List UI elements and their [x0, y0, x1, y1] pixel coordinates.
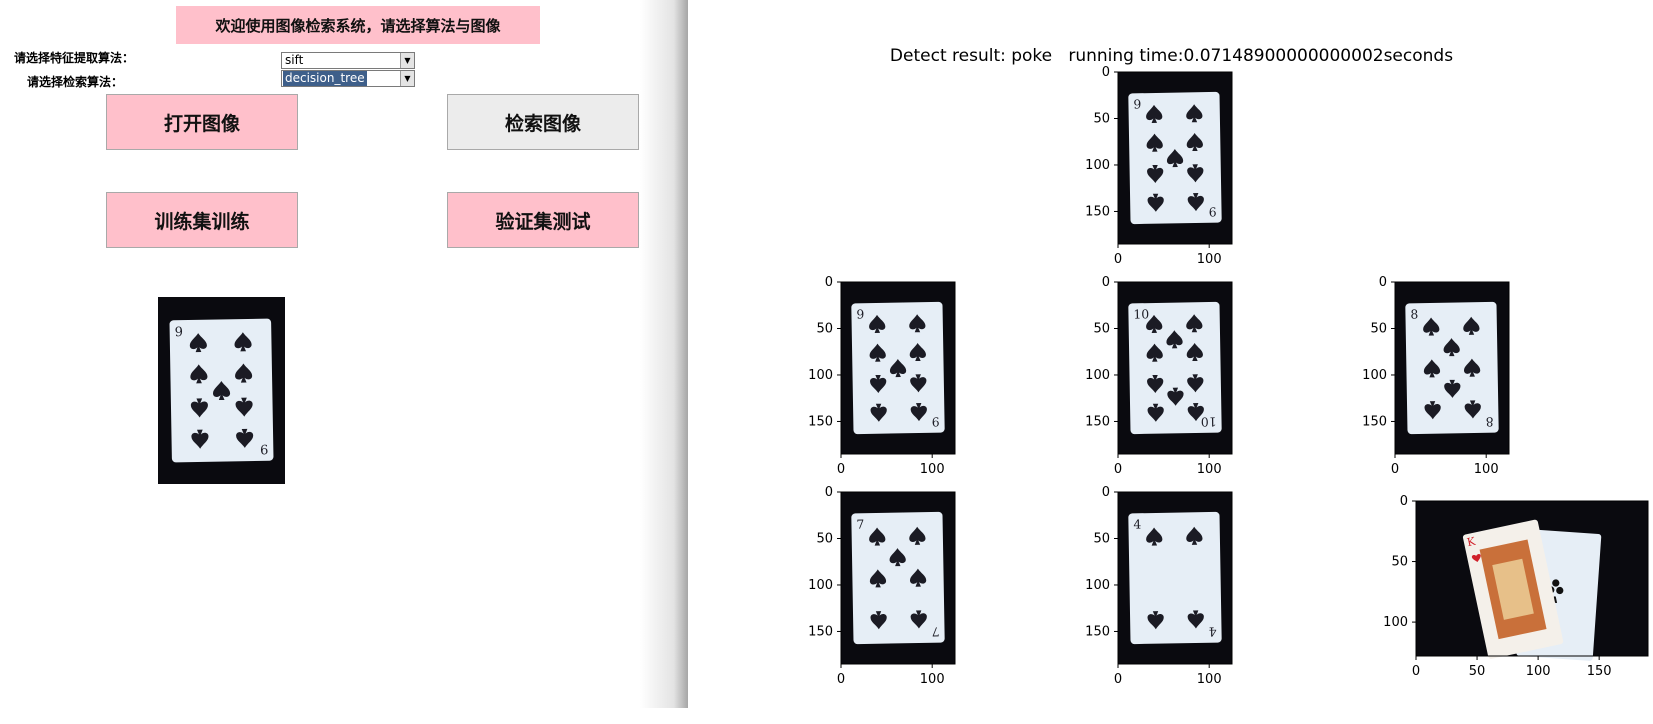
query-image: 99: [158, 297, 285, 484]
card-rank: 8: [1410, 308, 1418, 322]
y-tick-label: 0: [1400, 494, 1408, 509]
x-tick-label: 100: [1197, 462, 1222, 477]
y-tick-label: 100: [808, 368, 833, 383]
x-tick-label: 0: [1114, 672, 1122, 687]
x-tick-label: 150: [1587, 664, 1612, 679]
card-rank: 9: [931, 414, 939, 428]
feature-algorithm-value: sift: [285, 53, 304, 67]
y-tick-label: 0: [1102, 275, 1110, 290]
y-tick-label: 0: [1102, 485, 1110, 500]
x-tick-label: 0: [1114, 252, 1122, 267]
card-rank: 9: [260, 441, 269, 456]
search-image-button[interactable]: 检索图像: [447, 94, 639, 150]
playing-card: 10 10: [1128, 301, 1222, 435]
x-tick-label: 0: [837, 672, 845, 687]
x-tick-label: 0: [1412, 664, 1420, 679]
y-tick-label: 100: [1085, 368, 1110, 383]
y-tick-label: 50: [1391, 555, 1408, 570]
card-rank: 8: [1485, 414, 1493, 428]
y-tick-label: 50: [816, 321, 833, 336]
app-title-banner: 欢迎使用图像检索系统，请选择算法与图像: [176, 6, 540, 44]
y-tick-label: 100: [1085, 158, 1110, 173]
feature-algorithm-select[interactable]: sift ▼: [281, 52, 415, 69]
y-tick-label: 100: [808, 578, 833, 593]
y-tick-label: 50: [816, 531, 833, 546]
subplot-image: 99: [1118, 72, 1232, 244]
playing-card: 44: [1128, 511, 1222, 645]
playing-card: 99: [1128, 91, 1222, 225]
retrieval-app-window: 欢迎使用图像检索系统，请选择算法与图像 请选择特征提取算法： sift ▼ 请选…: [0, 0, 686, 708]
y-tick-label: 0: [825, 275, 833, 290]
y-tick-label: 150: [1085, 624, 1110, 639]
x-tick-label: 100: [1197, 252, 1222, 267]
subplot-image: AK: [1416, 501, 1648, 661]
card-rank: 9: [175, 325, 184, 340]
dropdown-arrow-icon[interactable]: ▼: [400, 71, 414, 86]
card-rank: 10: [1133, 307, 1149, 321]
card-rank: 9: [856, 308, 864, 322]
x-tick-label: 0: [1114, 462, 1122, 477]
y-tick-label: 0: [1379, 275, 1387, 290]
x-tick-label: 100: [920, 462, 945, 477]
y-tick-label: 50: [1093, 111, 1110, 126]
x-tick-label: 100: [920, 672, 945, 687]
y-tick-label: 50: [1093, 321, 1110, 336]
dropdown-arrow-icon[interactable]: ▼: [400, 53, 414, 68]
y-tick-label: 150: [1085, 414, 1110, 429]
y-tick-label: 100: [1383, 615, 1408, 630]
playing-card: 99: [851, 301, 945, 435]
feature-algorithm-label: 请选择特征提取算法：: [14, 51, 135, 65]
card-rank: 9: [1208, 204, 1216, 218]
result-figure: Detect result: poke running time:0.07148…: [690, 0, 1653, 708]
card-rank: 9: [1133, 98, 1141, 112]
x-tick-label: 100: [1474, 462, 1499, 477]
y-tick-label: 100: [1085, 578, 1110, 593]
subplot-image: 99: [841, 282, 955, 454]
train-button[interactable]: 训练集训练: [106, 192, 298, 248]
open-image-button[interactable]: 打开图像: [106, 94, 298, 150]
y-tick-label: 100: [1362, 368, 1387, 383]
x-tick-label: 0: [1391, 462, 1399, 477]
validate-button[interactable]: 验证集测试: [447, 192, 639, 248]
subplot-image: 88: [1395, 282, 1509, 454]
card-rank: 4: [1208, 624, 1216, 638]
playing-card: 99: [169, 318, 274, 463]
y-tick-label: 0: [1102, 65, 1110, 80]
subplot-image: 44: [1118, 492, 1232, 664]
x-tick-label: 100: [1197, 672, 1222, 687]
window-shadow: [640, 0, 688, 708]
search-algorithm-value: decision_tree: [283, 71, 367, 86]
y-tick-label: 150: [808, 624, 833, 639]
card-rank: 7: [932, 624, 940, 638]
subplot-image: 77: [841, 492, 955, 664]
y-tick-label: 150: [1362, 414, 1387, 429]
subplot-image: 10 10: [1118, 282, 1232, 454]
y-tick-label: 150: [808, 414, 833, 429]
search-algorithm-select[interactable]: decision_tree ▼: [281, 70, 415, 87]
search-algorithm-label: 请选择检索算法：: [27, 75, 124, 89]
x-tick-label: 100: [1526, 664, 1551, 679]
playing-card: 77: [851, 511, 945, 645]
card-rank: 4: [1133, 518, 1141, 532]
playing-card: 88: [1405, 301, 1499, 435]
y-tick-label: 50: [1093, 531, 1110, 546]
x-tick-label: 50: [1469, 664, 1486, 679]
card-rank: 10: [1201, 414, 1217, 428]
y-tick-label: 150: [1085, 204, 1110, 219]
y-tick-label: 0: [825, 485, 833, 500]
figure-title: Detect result: poke running time:0.07148…: [889, 46, 1454, 66]
x-tick-label: 0: [837, 462, 845, 477]
y-tick-label: 50: [1370, 321, 1387, 336]
card-rank: 7: [856, 518, 864, 532]
